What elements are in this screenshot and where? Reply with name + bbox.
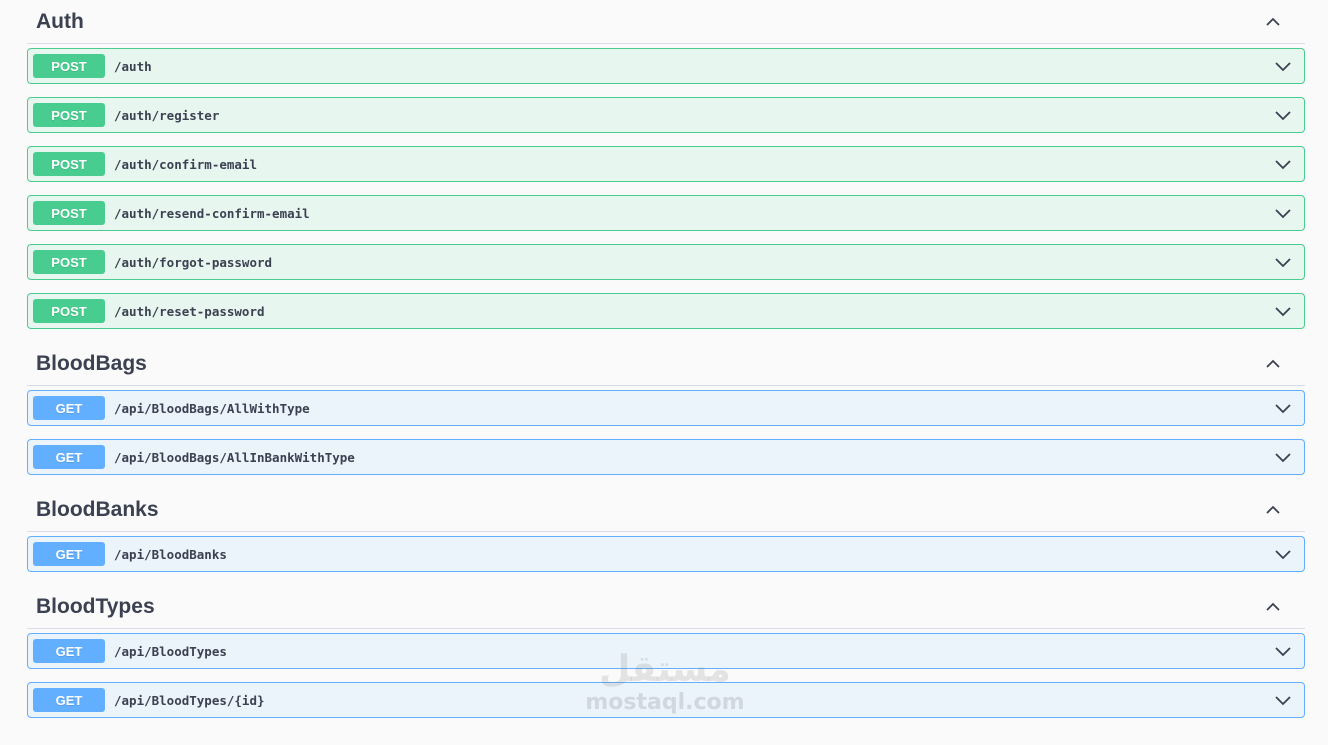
method-badge: POST <box>33 201 105 225</box>
section-title: BloodBanks <box>36 497 159 521</box>
chevron-up-icon[interactable] <box>1263 354 1283 374</box>
operation-row[interactable]: POST /auth/resend-confirm-email <box>27 195 1305 231</box>
chevron-down-icon[interactable] <box>1273 641 1293 661</box>
section-title: BloodBags <box>36 351 147 375</box>
section-header-bloodtypes[interactable]: BloodTypes <box>27 585 1305 629</box>
chevron-up-icon[interactable] <box>1263 12 1283 32</box>
section-header-auth[interactable]: Auth <box>27 0 1305 44</box>
method-badge: POST <box>33 103 105 127</box>
operation-row[interactable]: POST /auth/confirm-email <box>27 146 1305 182</box>
operation-row[interactable]: GET /api/BloodBags/AllInBankWithType <box>27 439 1305 475</box>
section-header-bloodbanks[interactable]: BloodBanks <box>27 488 1305 532</box>
chevron-down-icon[interactable] <box>1273 252 1293 272</box>
chevron-down-icon[interactable] <box>1273 398 1293 418</box>
method-badge: POST <box>33 250 105 274</box>
section-bloodbags: BloodBags GET /api/BloodBags/AllWithType… <box>27 342 1305 475</box>
operation-path: /api/BloodBanks <box>114 546 227 562</box>
chevron-down-icon[interactable] <box>1273 56 1293 76</box>
operation-path: /api/BloodBags/AllWithType <box>114 400 310 416</box>
operation-path: /auth/confirm-email <box>114 156 257 172</box>
operation-row[interactable]: POST /auth/register <box>27 97 1305 133</box>
operation-path: /api/BloodBags/AllInBankWithType <box>114 449 355 465</box>
chevron-down-icon[interactable] <box>1273 690 1293 710</box>
chevron-down-icon[interactable] <box>1273 203 1293 223</box>
method-badge: GET <box>33 688 105 712</box>
method-badge: POST <box>33 299 105 323</box>
operation-row[interactable]: POST /auth/forgot-password <box>27 244 1305 280</box>
chevron-down-icon[interactable] <box>1273 447 1293 467</box>
section-bloodtypes: BloodTypes GET /api/BloodTypes GET /api/… <box>27 585 1305 718</box>
method-badge: GET <box>33 445 105 469</box>
section-title: Auth <box>36 9 84 33</box>
operation-row[interactable]: POST /auth <box>27 48 1305 84</box>
method-badge: GET <box>33 639 105 663</box>
chevron-up-icon[interactable] <box>1263 500 1283 520</box>
operation-row[interactable]: GET /api/BloodTypes <box>27 633 1305 669</box>
chevron-down-icon[interactable] <box>1273 154 1293 174</box>
chevron-down-icon[interactable] <box>1273 301 1293 321</box>
method-badge: GET <box>33 396 105 420</box>
method-badge: POST <box>33 54 105 78</box>
chevron-up-icon[interactable] <box>1263 597 1283 617</box>
operation-path: /auth/reset-password <box>114 303 265 319</box>
operation-row[interactable]: GET /api/BloodBanks <box>27 536 1305 572</box>
section-auth: Auth POST /auth POST /auth/register POST… <box>27 0 1305 329</box>
section-bloodbanks: BloodBanks GET /api/BloodBanks <box>27 488 1305 572</box>
chevron-down-icon[interactable] <box>1273 544 1293 564</box>
chevron-down-icon[interactable] <box>1273 105 1293 125</box>
operation-row[interactable]: POST /auth/reset-password <box>27 293 1305 329</box>
operation-row[interactable]: GET /api/BloodBags/AllWithType <box>27 390 1305 426</box>
section-title: BloodTypes <box>36 594 155 618</box>
operation-path: /auth/resend-confirm-email <box>114 205 310 221</box>
operation-row[interactable]: GET /api/BloodTypes/{id} <box>27 682 1305 718</box>
section-header-bloodbags[interactable]: BloodBags <box>27 342 1305 386</box>
method-badge: POST <box>33 152 105 176</box>
operation-path: /auth <box>114 58 152 74</box>
operation-path: /api/BloodTypes/{id} <box>114 692 265 708</box>
operation-path: /auth/forgot-password <box>114 254 273 270</box>
method-badge: GET <box>33 542 105 566</box>
operation-path: /auth/register <box>114 107 220 123</box>
swagger-page: Auth POST /auth POST /auth/register POST… <box>0 0 1328 745</box>
operation-path: /api/BloodTypes <box>114 643 227 659</box>
